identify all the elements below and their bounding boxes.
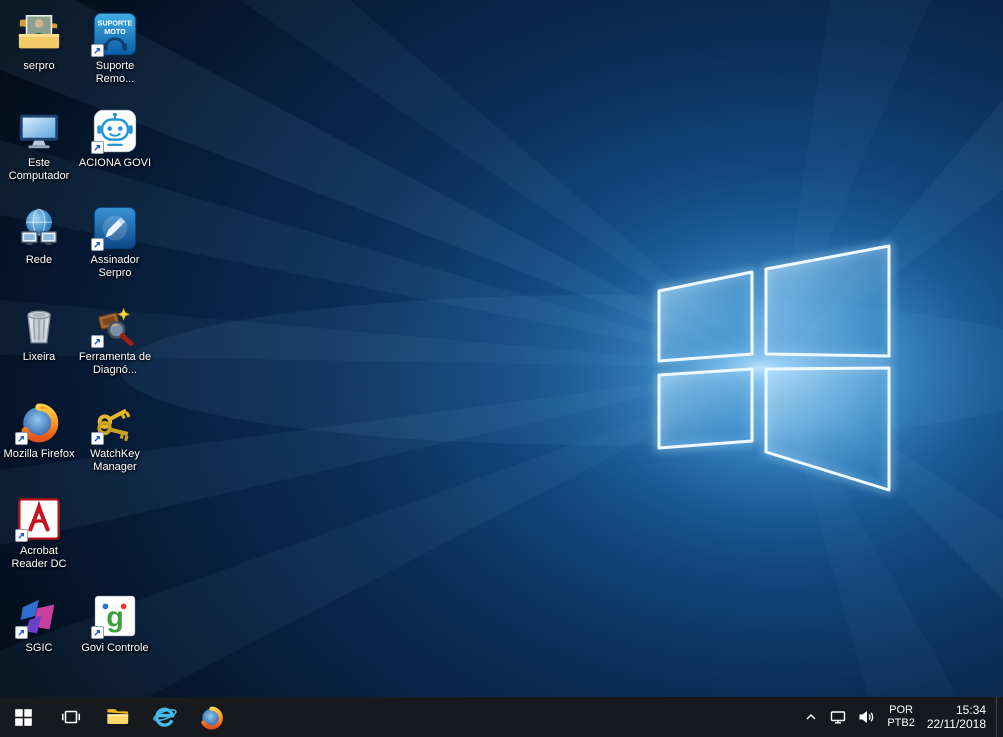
firefox-icon bbox=[201, 706, 223, 729]
desktop[interactable]: serpro SUPORTE MOTO Suporte Remo... Este… bbox=[0, 0, 1003, 737]
firefox-taskbar-button[interactable] bbox=[188, 697, 235, 737]
robot-icon bbox=[91, 107, 139, 155]
network-tray-button[interactable] bbox=[824, 697, 852, 737]
shortcut-arrow-icon bbox=[91, 626, 104, 639]
desktop-icon-acrobat-reader[interactable]: Acrobat Reader DC bbox=[2, 495, 76, 571]
govi-icon: g bbox=[91, 592, 139, 640]
firefox-icon bbox=[15, 398, 63, 446]
clock[interactable]: 15:34 22/11/2018 bbox=[922, 697, 996, 737]
clock-time: 15:34 bbox=[955, 703, 986, 717]
svg-text:MOTO: MOTO bbox=[104, 28, 126, 36]
desktop-icon-este-computador[interactable]: Este Computador bbox=[2, 107, 76, 183]
tray-expand-button[interactable] bbox=[798, 697, 824, 737]
shortcut-arrow-icon bbox=[91, 238, 104, 251]
file-explorer-button[interactable] bbox=[94, 697, 141, 737]
acrobat-reader-icon bbox=[15, 495, 63, 543]
volume-tray-button[interactable] bbox=[852, 697, 880, 737]
shortcut-arrow-icon bbox=[15, 529, 28, 542]
task-view-icon bbox=[61, 710, 80, 724]
desktop-icon-rede[interactable]: Rede bbox=[2, 204, 76, 267]
desktop-icon-ferramenta-diagnostico[interactable]: Ferramenta de Diagnó... bbox=[78, 301, 152, 377]
suporte-remoto-icon: SUPORTE MOTO bbox=[91, 10, 139, 58]
shortcut-arrow-icon bbox=[15, 626, 28, 639]
icon-label: SGIC bbox=[25, 642, 53, 654]
desktop-icon-sgic[interactable]: SGIC bbox=[2, 592, 76, 655]
keys-icon bbox=[91, 398, 139, 446]
desktop-icon-lixeira[interactable]: Lixeira bbox=[2, 301, 76, 364]
folder-icon bbox=[106, 709, 128, 724]
show-desktop-button[interactable] bbox=[996, 697, 1003, 737]
icon-label: serpro bbox=[23, 60, 55, 72]
ie-icon bbox=[152, 707, 177, 727]
user-folder-icon bbox=[15, 10, 63, 58]
clock-date: 22/11/2018 bbox=[926, 717, 986, 731]
desktop-icon-aciona-govi[interactable]: ACIONA GOVI bbox=[78, 107, 152, 170]
shortcut-arrow-icon bbox=[91, 141, 104, 154]
desktop-icon-mozilla-firefox[interactable]: Mozilla Firefox bbox=[2, 398, 76, 461]
network-status-icon bbox=[831, 711, 846, 724]
diagnostic-tool-icon bbox=[91, 301, 139, 349]
icon-label: Lixeira bbox=[22, 351, 56, 363]
icon-label: Rede bbox=[25, 254, 53, 266]
start-button[interactable] bbox=[0, 697, 47, 737]
icon-label: Govi Controle bbox=[81, 642, 149, 654]
icon-label: Suporte Remo... bbox=[95, 60, 135, 85]
icon-label: Este Computador bbox=[8, 157, 70, 182]
network-globe-icon bbox=[15, 204, 63, 252]
language-line1: POR bbox=[889, 704, 913, 716]
language-line2: PTB2 bbox=[887, 717, 915, 729]
system-tray: POR PTB2 15:34 22/11/2018 bbox=[798, 697, 1003, 737]
taskbar: POR PTB2 15:34 22/11/2018 bbox=[0, 697, 1003, 737]
desktop-icon-watchkey-manager[interactable]: WatchKey Manager bbox=[78, 398, 152, 474]
icon-label: Assinador Serpro bbox=[90, 254, 140, 279]
desktop-icon-assinador-serpro[interactable]: Assinador Serpro bbox=[78, 204, 152, 280]
icon-label: ACIONA GOVI bbox=[78, 157, 152, 169]
desktop-icon-serpro[interactable]: serpro bbox=[2, 10, 76, 73]
icon-label: Ferramenta de Diagnó... bbox=[78, 351, 152, 376]
shortcut-arrow-icon bbox=[91, 44, 104, 57]
windows-logo-icon bbox=[15, 708, 32, 726]
internet-explorer-button[interactable] bbox=[141, 697, 188, 737]
language-indicator[interactable]: POR PTB2 bbox=[880, 697, 922, 737]
task-view-button[interactable] bbox=[47, 697, 94, 737]
speaker-icon bbox=[859, 711, 874, 723]
icon-label: WatchKey Manager bbox=[90, 448, 140, 473]
desktop-icon-suporte-remoto[interactable]: SUPORTE MOTO Suporte Remo... bbox=[78, 10, 152, 86]
desktop-icon-govi-controle[interactable]: g Govi Controle bbox=[78, 592, 152, 655]
shortcut-arrow-icon bbox=[91, 432, 104, 445]
chevron-up-icon bbox=[806, 714, 816, 720]
signature-pen-icon bbox=[91, 204, 139, 252]
computer-icon bbox=[15, 107, 63, 155]
sgic-icon bbox=[15, 592, 63, 640]
icon-label: Mozilla Firefox bbox=[3, 448, 75, 460]
shortcut-arrow-icon bbox=[15, 432, 28, 445]
icon-label: Acrobat Reader DC bbox=[11, 545, 67, 570]
recycle-bin-icon bbox=[15, 301, 63, 349]
svg-text:SUPORTE: SUPORTE bbox=[98, 19, 133, 27]
shortcut-arrow-icon bbox=[91, 335, 104, 348]
